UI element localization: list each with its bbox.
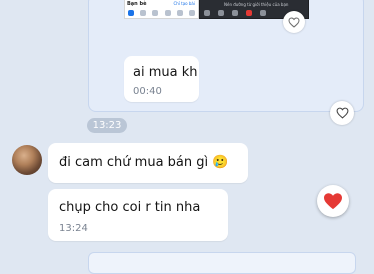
- message-text: ai mua kh: [133, 65, 198, 80]
- thumb-nav-icons: [128, 10, 195, 16]
- heart-outline-icon: [336, 107, 348, 119]
- message-text: chụp cho coi r tin nha: [59, 200, 201, 215]
- message-bubble-incoming[interactable]: chụp cho coi r tin nha 13:24: [48, 189, 228, 241]
- time-divider: 13:23: [87, 118, 127, 133]
- message-time: 00:40: [133, 86, 162, 97]
- thumb-right-icons: [204, 10, 266, 16]
- thumb-right-text: Nén đường từ giới thiệu của bạn: [224, 2, 289, 7]
- message-text: đi cam chứ mua bán gì 🥲: [59, 155, 229, 170]
- avatar[interactable]: [12, 145, 42, 175]
- heart-icon: [324, 193, 342, 210]
- react-heart-button[interactable]: [330, 101, 354, 125]
- shared-image-thumbnail-left[interactable]: Bạn bè Chỉ tạo bài: [124, 0, 199, 19]
- thumb-right-label: Chỉ tạo bài: [173, 1, 195, 6]
- time-divider-text: 13:23: [92, 120, 122, 131]
- heart-reaction[interactable]: [317, 185, 349, 217]
- message-time: 13:24: [59, 223, 88, 234]
- message-bubble-incoming[interactable]: đi cam chứ mua bán gì 🥲: [48, 143, 248, 183]
- thumb-title: Bạn bè: [127, 1, 147, 7]
- message-bubble-outgoing[interactable]: ai mua kh 00:40: [124, 56, 199, 102]
- react-heart-button[interactable]: [283, 11, 305, 33]
- heart-outline-icon: [288, 16, 300, 28]
- outgoing-message-partial[interactable]: [88, 252, 356, 274]
